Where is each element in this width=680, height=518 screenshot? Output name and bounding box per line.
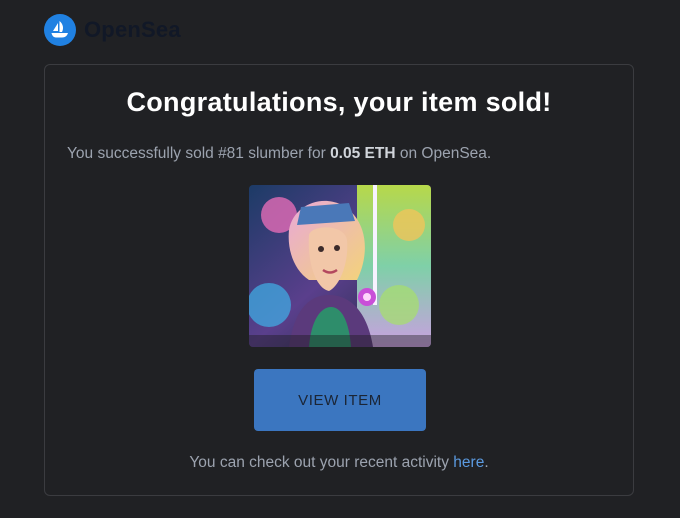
sale-message-prefix: You successfully sold #81 slumber for — [67, 145, 331, 162]
recent-activity-text: You can check out your recent activity h… — [45, 454, 633, 472]
brand-name[interactable]: OpenSea — [84, 17, 181, 43]
recent-activity-end: . — [484, 454, 489, 471]
sale-message: You successfully sold #81 slumber for 0.… — [67, 145, 623, 163]
sale-message-suffix: on OpenSea. — [395, 145, 492, 162]
nft-artwork-image[interactable] — [249, 185, 431, 347]
recent-activity-prefix: You can check out your recent activity — [189, 454, 454, 471]
page-title: Congratulations, your item sold! — [126, 87, 552, 117]
sale-notification-card: Congratulations, your item sold! You suc… — [44, 64, 634, 496]
opensea-logo-icon[interactable] — [44, 14, 76, 46]
sale-amount: 0.05 ETH — [330, 145, 396, 162]
recent-activity-link[interactable]: here — [453, 454, 484, 471]
email-header: OpenSea — [44, 14, 181, 46]
view-item-button[interactable]: VIEW ITEM — [254, 369, 426, 431]
